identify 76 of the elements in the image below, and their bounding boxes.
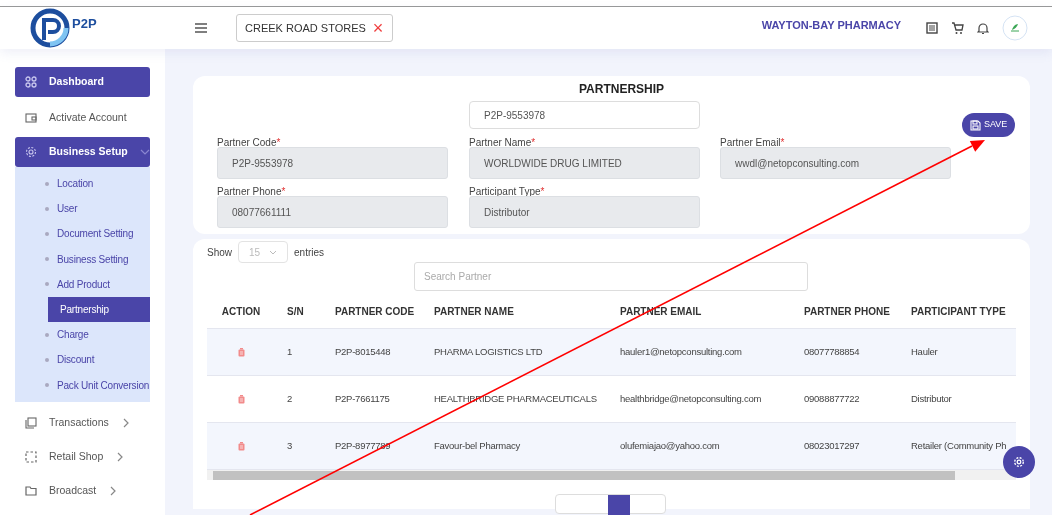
dashed-square-icon: [25, 450, 37, 463]
chevron-down-icon: [269, 249, 277, 255]
field-label: Partner Email*: [720, 136, 785, 150]
table-cell-text: 08023017297: [803, 438, 861, 453]
table-cell-text: 08077788854: [803, 344, 861, 359]
submenu-item[interactable]: Location: [15, 171, 150, 197]
column-header: PARTNER CODE: [334, 305, 416, 319]
table-cell-text: Favour-bel Pharmacy: [433, 438, 522, 453]
field-label: Participant Type*: [469, 185, 545, 199]
table-cell-text: Hauler: [910, 344, 939, 359]
table-cell-text: 2: [286, 391, 294, 406]
clear-button[interactable]: ×: [372, 19, 384, 37]
column-header: PARTNER NAME: [433, 305, 515, 319]
submenu-item[interactable]: Add Product: [15, 271, 150, 297]
submenu-item[interactable]: User: [15, 196, 150, 222]
trash-icon[interactable]: [237, 347, 245, 357]
table-cell-text: Retailer (Community Ph: [910, 438, 1008, 453]
table-cell-text: olufemiajao@yahoo.com: [619, 438, 721, 453]
sidebar-item[interactable]: Business Setup: [15, 137, 150, 167]
logo-icon: [30, 8, 70, 48]
cart-icon[interactable]: [951, 21, 964, 35]
sidebar-item[interactable]: Activate Account: [15, 101, 150, 135]
table-cell-text: PHARMA LOGISTICS LTD: [433, 344, 544, 359]
submenu-item[interactable]: Partnership: [48, 296, 150, 323]
settings-icon: [1013, 456, 1025, 468]
chevron-right-icon: [122, 417, 129, 428]
column-header: ACTION: [220, 305, 262, 319]
save-icon: [970, 119, 981, 131]
business-name: WAYTON-BAY PHARMACY: [761, 17, 901, 33]
copy-icon: [25, 416, 37, 429]
table-cell-text: 1: [286, 344, 294, 359]
trash-icon[interactable]: [237, 441, 245, 451]
logo-text: P2P: [72, 15, 97, 34]
chevron-down-icon: [139, 149, 150, 155]
submenu-item[interactable]: Discount: [15, 347, 150, 373]
horizontal-scrollbar[interactable]: [207, 470, 1016, 480]
sidebar-item[interactable]: Dashboard: [15, 67, 150, 97]
sidebar-item[interactable]: Transactions: [15, 407, 150, 438]
show-label: Show: [207, 245, 232, 260]
store-select-value: CREEK ROAD STORES: [245, 20, 366, 36]
chevron-right-icon: [110, 485, 117, 496]
field-label: Partner Name*: [469, 136, 536, 150]
form-title: PARTNERSHIP: [577, 81, 666, 98]
submenu-item[interactable]: Charge: [15, 322, 150, 348]
table-cell-text: healthbridge@netopconsulting.com: [619, 391, 763, 406]
submenu-item[interactable]: Business Setting: [15, 246, 150, 272]
save-button[interactable]: SAVE: [962, 113, 1016, 137]
lookup-field[interactable]: P2P-9553978: [469, 101, 700, 129]
table-cell-text: 3: [286, 438, 294, 453]
bell-icon[interactable]: [977, 21, 989, 35]
pagination-control[interactable]: [555, 494, 666, 514]
column-header: PARTICIPANT TYPE: [910, 305, 1007, 319]
column-header: S/N: [286, 305, 305, 319]
field-label: Partner Phone*: [217, 185, 286, 199]
sidebar-item[interactable]: Broadcast: [15, 475, 150, 506]
table-cell-text: Distributor: [910, 391, 953, 406]
chevron-right-icon: [117, 451, 124, 462]
submenu-item[interactable]: Pack Unit Conversion: [15, 372, 150, 398]
search-field[interactable]: Search Partner: [414, 262, 808, 291]
field-label: Partner Code*: [217, 136, 281, 150]
trash-icon[interactable]: [237, 394, 245, 404]
store-select[interactable]: CREEK ROAD STORES ×: [236, 14, 393, 42]
gear-icon: [25, 146, 37, 158]
list-icon[interactable]: [926, 22, 938, 34]
wallet-icon: [25, 112, 37, 124]
table-cell-text: P2P-7661175: [334, 391, 391, 406]
folder-icon: [25, 484, 37, 497]
table-cell-text: 09088877722: [803, 391, 861, 406]
grid-icon: [25, 76, 37, 88]
entries-label: entries: [294, 245, 325, 260]
column-header: PARTNER PHONE: [803, 305, 891, 319]
sidebar-item[interactable]: Retail Shop: [15, 441, 150, 472]
table-cell-text: P2P-8015448: [334, 344, 392, 359]
table-cell-text: hauler1@netopconsulting.com: [619, 344, 743, 359]
submenu-item[interactable]: Document Setting: [15, 221, 150, 247]
menu-icon[interactable]: [194, 22, 208, 34]
